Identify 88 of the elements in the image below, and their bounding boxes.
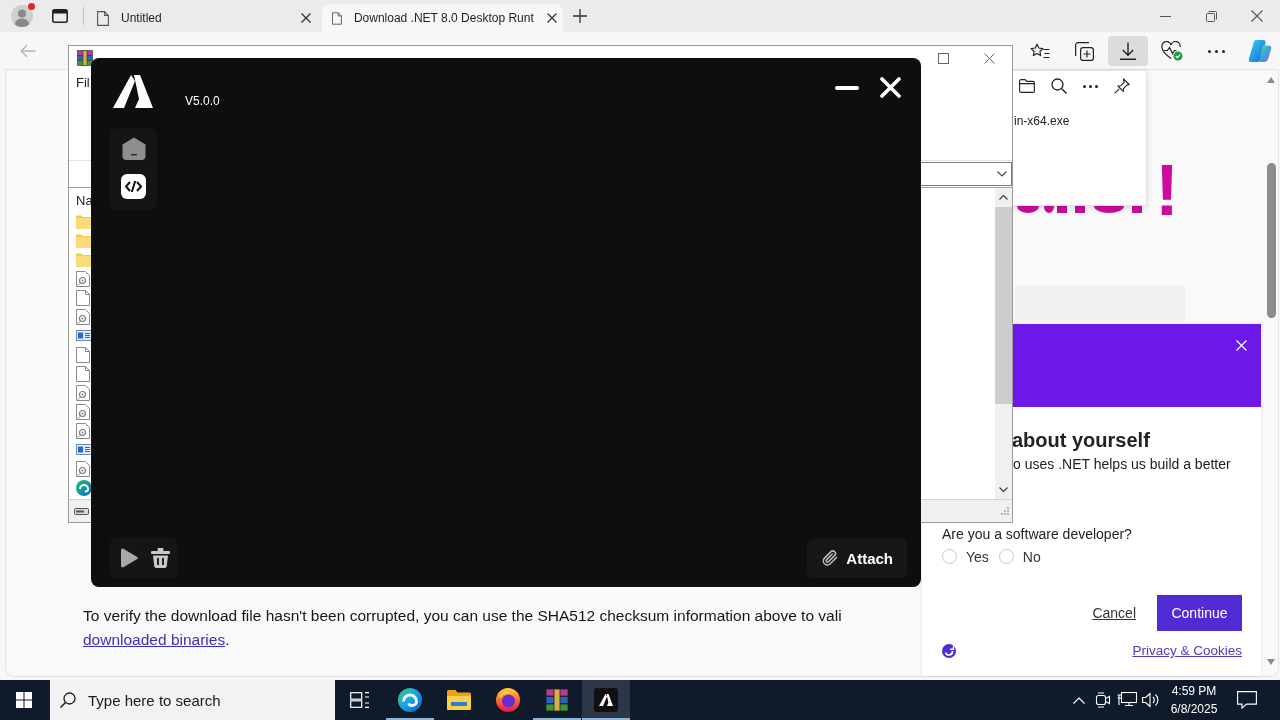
survey-text: o uses .NET helps us build a better [1013, 455, 1231, 473]
star-list-icon [1030, 43, 1050, 59]
settings-file-icon[interactable] [76, 460, 90, 477]
app-file-icon[interactable] [76, 330, 92, 341]
minimize-icon[interactable] [835, 85, 859, 90]
file-icon[interactable] [76, 346, 90, 363]
network-icon[interactable] [1117, 692, 1137, 708]
close-icon[interactable] [301, 13, 311, 23]
collections-icon [1074, 41, 1094, 61]
browser-tab[interactable]: Download .NET 8.0 Desktop Runt [322, 4, 563, 32]
paperclip-icon [821, 549, 840, 567]
task-view-icon[interactable] [350, 692, 370, 708]
version-label: V5.0.0 [185, 94, 220, 108]
trash-icon[interactable] [151, 548, 170, 568]
scrollbar-thumb[interactable] [1266, 163, 1276, 318]
close-icon[interactable] [547, 13, 558, 23]
logo-icon [113, 75, 153, 108]
drive-icon [74, 507, 89, 515]
minimize-icon[interactable] [1159, 15, 1171, 17]
app-logo-icon [594, 688, 618, 712]
chevron-down-icon[interactable] [999, 487, 1008, 492]
more-icon [1207, 49, 1225, 53]
plus-icon[interactable] [573, 9, 587, 23]
arrow-circle-icon[interactable] [942, 643, 956, 658]
firefox-icon [496, 688, 520, 712]
folder-icon [447, 690, 471, 710]
clock-button[interactable]: 4:59 PM 6/8/2025 [1163, 680, 1225, 720]
taskbar-button[interactable] [582, 680, 630, 720]
more-icon[interactable] [1083, 84, 1098, 88]
restore-icon[interactable] [1205, 10, 1217, 22]
edge-file-icon[interactable] [76, 479, 92, 496]
menu-item[interactable]: Fil [76, 75, 90, 90]
edge-icon [398, 688, 422, 712]
continue-button[interactable]: Continue [1157, 595, 1242, 631]
books-icon [545, 688, 569, 712]
cancel-link[interactable]: Cancel [1092, 605, 1136, 621]
attach-button[interactable]: Attach [807, 538, 907, 578]
settings-file-icon[interactable] [76, 422, 90, 439]
radio-button[interactable] [998, 549, 1014, 564]
copilot-icon [1248, 39, 1272, 63]
downloads-button[interactable] [1108, 36, 1148, 66]
volume-icon[interactable] [1142, 692, 1160, 708]
code-icon[interactable] [121, 174, 146, 199]
file-icon[interactable] [76, 365, 90, 382]
tab-actions-icon[interactable] [52, 9, 68, 23]
option-label[interactable]: Yes [966, 548, 989, 565]
settings-file-icon[interactable] [76, 308, 90, 325]
folder-icon[interactable] [1019, 79, 1035, 93]
search-box[interactable]: Type here to search [50, 680, 335, 720]
profile-avatar-icon[interactable] [11, 5, 33, 27]
notification-icon[interactable] [1237, 691, 1257, 709]
scrollbar-track[interactable] [995, 188, 1012, 499]
windows-logo-icon[interactable] [16, 692, 32, 708]
download-icon [1119, 42, 1137, 60]
settings-file-icon[interactable] [76, 270, 90, 287]
home-icon[interactable] [121, 137, 146, 161]
browser-tab[interactable]: Untitled [87, 4, 318, 32]
page-icon [332, 10, 342, 26]
play-icon[interactable] [120, 548, 138, 568]
page-icon [97, 10, 109, 26]
survey-heading: about yourself [1012, 428, 1150, 452]
checksum-note: To verify the download file hasn't been corrupted, you can use the SHA512 checksum information above to vali downloaded binaries. [83, 606, 842, 650]
camera-icon[interactable] [1095, 692, 1111, 708]
chevron-up-icon[interactable] [999, 195, 1008, 200]
radio-button[interactable] [942, 549, 957, 564]
settings-file-icon[interactable] [76, 384, 90, 401]
close-icon[interactable] [1251, 10, 1263, 22]
search-input[interactable]: Type here to search [88, 691, 308, 709]
scrollbar-thumb[interactable] [995, 207, 1012, 404]
scroll-down-icon[interactable] [1267, 659, 1275, 665]
page-heading: ! [1155, 154, 1179, 226]
search-icon[interactable] [1051, 78, 1067, 94]
maximize-icon[interactable] [937, 52, 949, 64]
option-label[interactable]: No [1022, 548, 1041, 565]
search-icon [60, 692, 76, 708]
scroll-up-icon[interactable] [1267, 77, 1275, 83]
privacy-link[interactable]: Privacy & Cookies [1132, 643, 1242, 658]
pin-icon[interactable] [1114, 78, 1130, 94]
app-file-icon[interactable] [76, 444, 92, 455]
notification-dot-icon [28, 3, 35, 10]
books-icon [77, 50, 93, 66]
download-file-name[interactable]: in-x64.exe [1014, 114, 1070, 128]
chevron-down-icon [997, 171, 1007, 177]
heart-pulse-icon [1161, 41, 1183, 61]
survey-question: Are you a software developer? [942, 525, 1132, 543]
resize-grip-icon[interactable] [1001, 507, 1009, 515]
settings-file-icon[interactable] [76, 403, 90, 420]
file-icon[interactable] [76, 289, 90, 306]
